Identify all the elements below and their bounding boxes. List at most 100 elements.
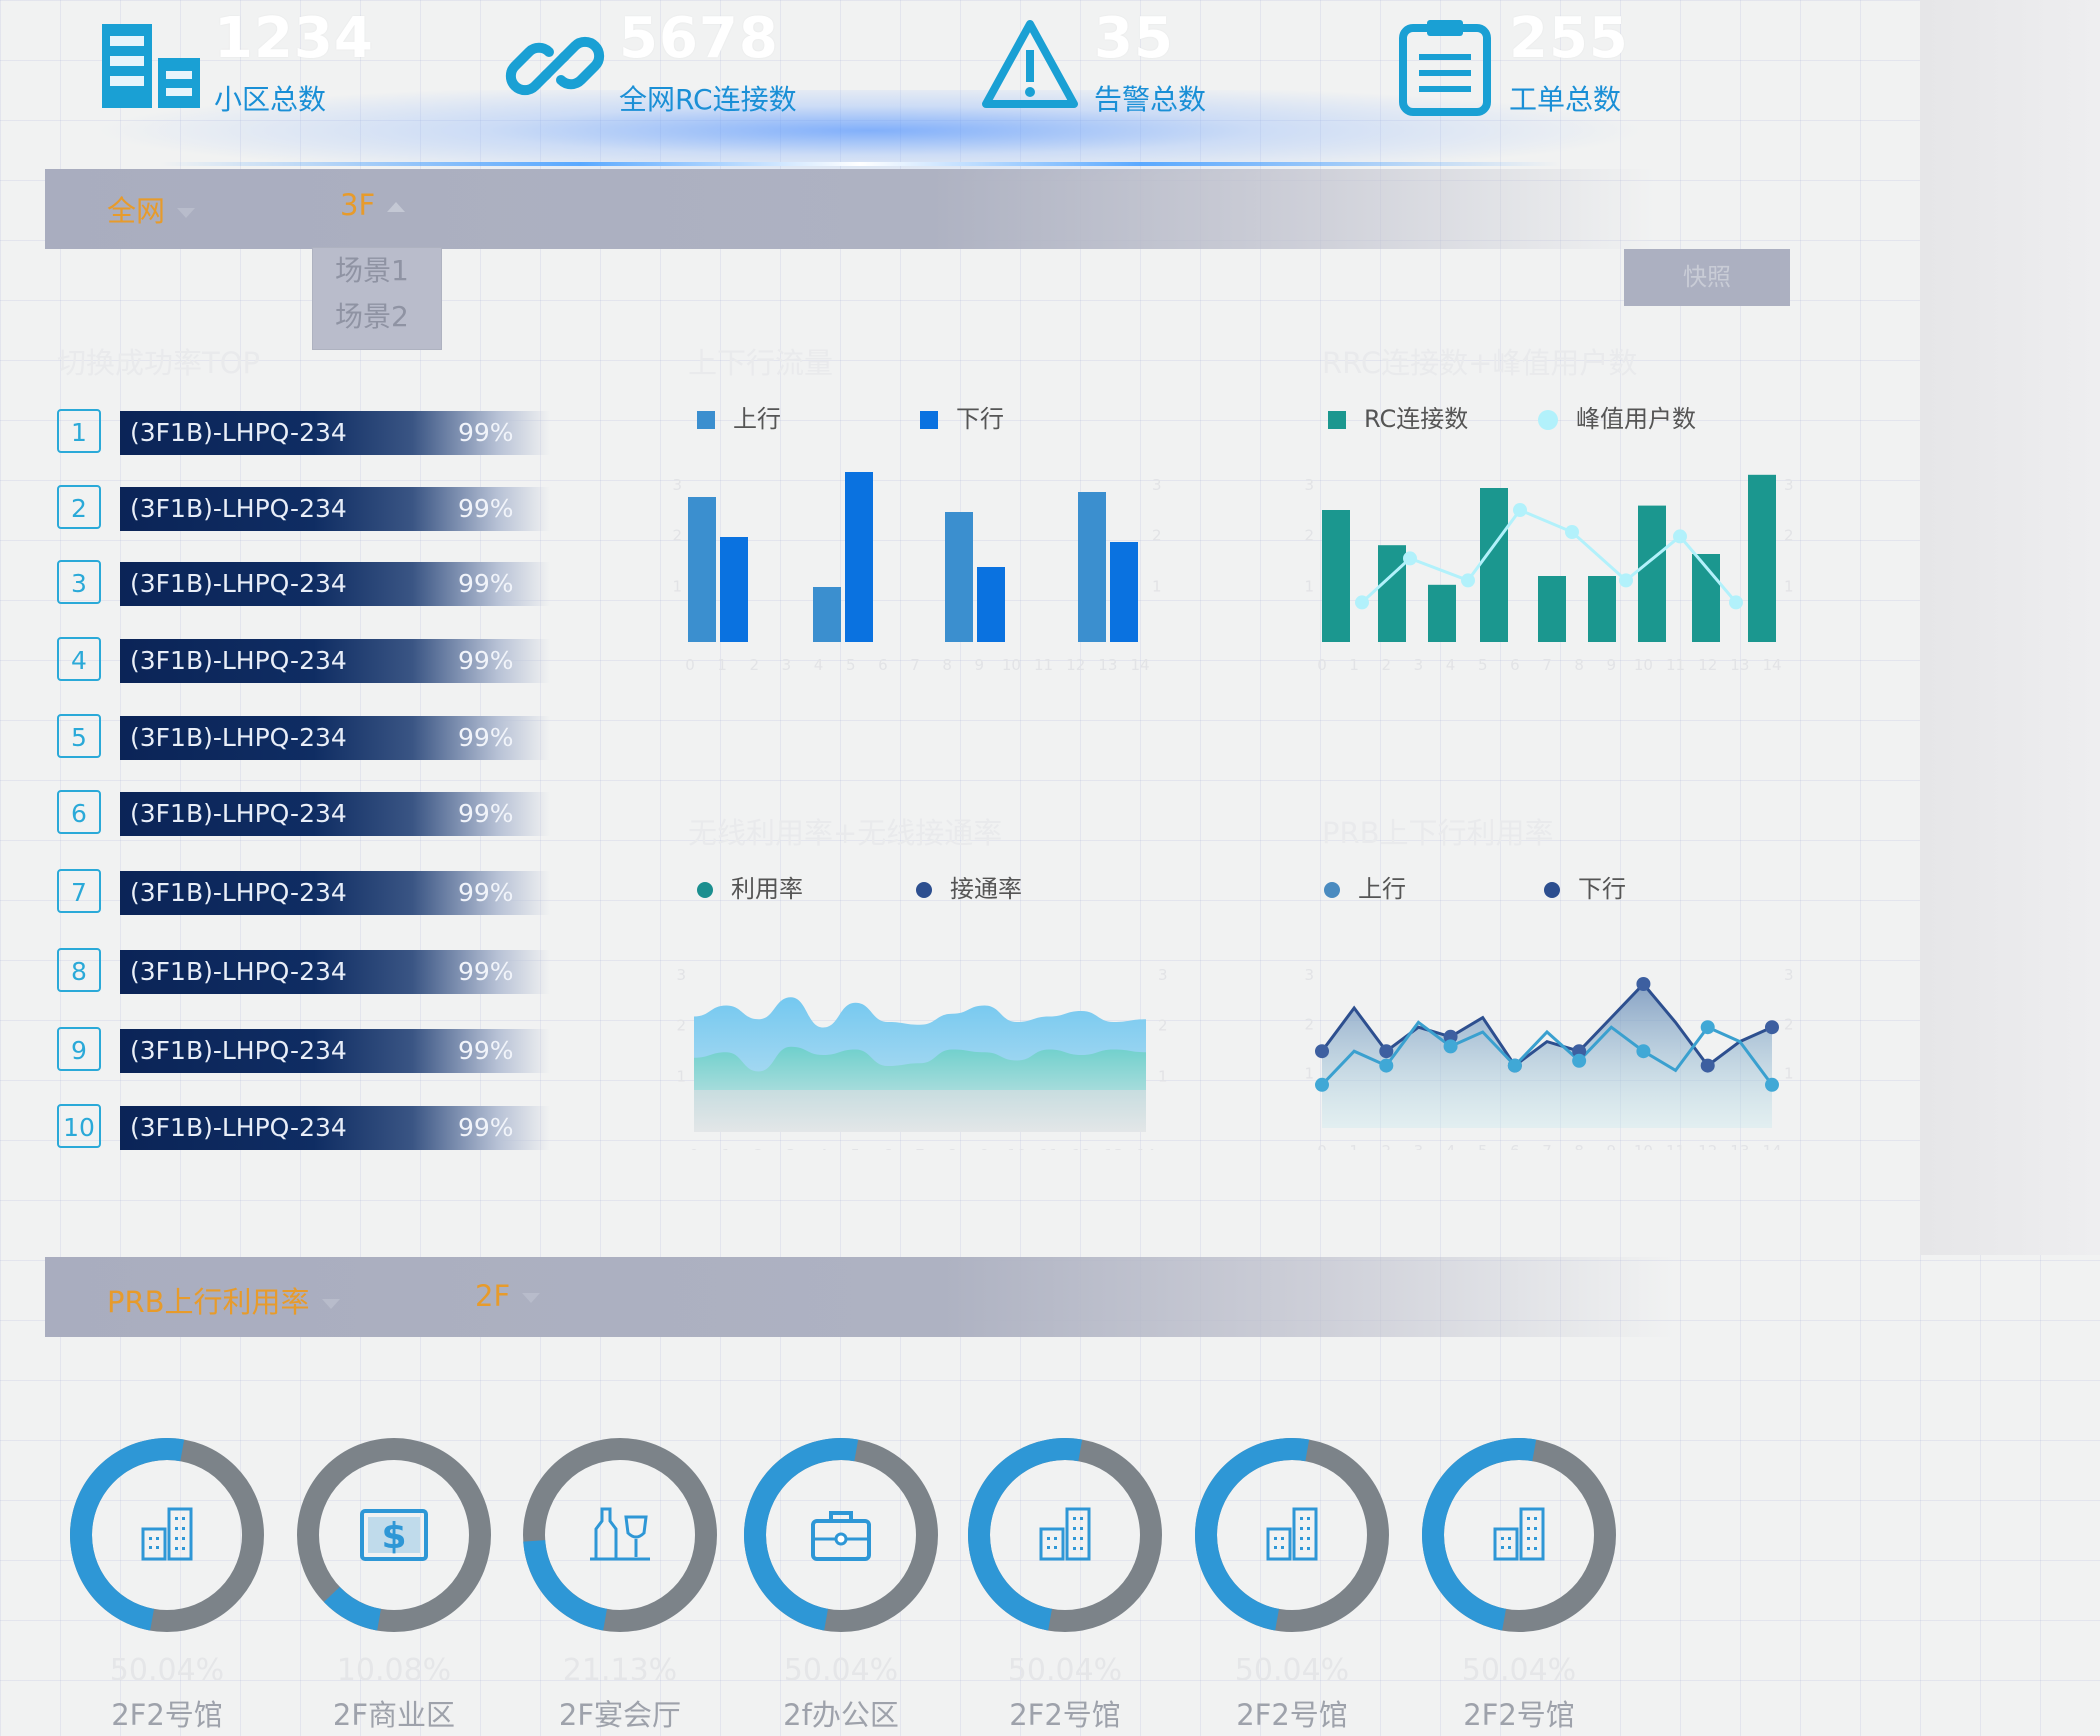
- donut-label: 2F宴会厅: [558, 1698, 682, 1732]
- metric-dropdown[interactable]: PRB上行利用率: [107, 1279, 340, 1321]
- network-dropdown[interactable]: 全网: [107, 188, 196, 230]
- rank-bar: (3F1B)-LHPQ-234 99%: [120, 716, 550, 760]
- x-tick-label: 13: [1730, 1142, 1749, 1150]
- rank-number: 8: [57, 948, 101, 992]
- section-title-rrc: RRC连接数+峰值用户数: [1322, 346, 1638, 380]
- legend-item: 峰值用户数: [1538, 399, 1696, 434]
- legend-swatch: [697, 411, 715, 429]
- x-tick-label: 6: [1510, 1142, 1520, 1150]
- metric-dropdown-label: PRB上行利用率: [107, 1285, 310, 1319]
- success-rate: 99%: [458, 799, 514, 828]
- x-tick-label: 5: [1478, 1142, 1488, 1150]
- x-tick-label: 3: [1414, 656, 1424, 674]
- legend-label: RC连接数: [1364, 405, 1469, 433]
- bar-rc-connections: [1322, 510, 1350, 642]
- y-tick-label: 3: [676, 966, 686, 984]
- dropdown-option[interactable]: 场景1: [313, 248, 441, 294]
- donut-item[interactable]: 50.04% 2f办公区: [741, 1435, 941, 1732]
- donut-percent: 50.04%: [1234, 1653, 1350, 1688]
- x-tick-label: 10: [1007, 1146, 1026, 1150]
- floor-dropdown-menu: 场景1 场景2: [312, 247, 442, 350]
- x-tick-label: 2: [754, 1146, 764, 1150]
- floor-dropdown[interactable]: 3F: [340, 188, 406, 222]
- donut-item[interactable]: 50.04% 2F2号馆: [1419, 1435, 1619, 1732]
- x-tick-label: 3: [1414, 1142, 1424, 1150]
- point-uplink: [1507, 1058, 1522, 1073]
- snapshot-button[interactable]: 快照: [1624, 249, 1790, 306]
- office-building-icon: [141, 1507, 193, 1561]
- kpi-label: 告警总数: [1094, 83, 1207, 116]
- rank-number: 6: [57, 790, 101, 834]
- donut-fill: [523, 1438, 717, 1632]
- point-downlink: [1315, 1044, 1329, 1059]
- success-rate: 99%: [458, 1036, 514, 1065]
- x-tick-label: 5: [1478, 656, 1488, 674]
- x-tick-label: 12: [1698, 656, 1717, 674]
- success-rate: 99%: [458, 418, 514, 447]
- point-uplink: [1379, 1058, 1394, 1073]
- x-tick-label: 10: [1634, 1142, 1653, 1150]
- x-tick-label: 9: [980, 1146, 990, 1150]
- floor2-dropdown[interactable]: 2F: [475, 1279, 541, 1313]
- rank-bar: (3F1B)-LHPQ-234 99%: [120, 411, 550, 455]
- legend-label: 下行: [956, 405, 1004, 433]
- y-tick-label: 2: [1784, 1015, 1794, 1033]
- x-tick-label: 6: [878, 656, 888, 674]
- point-peak-users: [1403, 551, 1417, 566]
- bar-uplink: [945, 512, 973, 642]
- x-tick-label: 8: [942, 656, 952, 674]
- x-tick-label: 5: [851, 1146, 861, 1150]
- x-tick-label: 11: [1666, 656, 1685, 674]
- bar-uplink: [813, 587, 841, 642]
- warning-icon: [982, 20, 1078, 108]
- success-rate: 99%: [458, 494, 514, 523]
- y-tick-label: 2: [672, 527, 682, 545]
- x-tick-label: 0: [1317, 1142, 1327, 1150]
- office-building-icon: [1266, 1507, 1318, 1561]
- x-tick-label: 12: [1066, 656, 1085, 674]
- x-tick-label: 6: [1510, 656, 1520, 674]
- point-downlink: [1700, 1058, 1715, 1073]
- section-title-traffic: 上下行流量: [688, 346, 834, 380]
- dropdown-option[interactable]: 场景2: [313, 294, 441, 340]
- point-downlink: [1636, 977, 1651, 991]
- filter-bar: [45, 169, 1655, 249]
- donut-percent: 50.04%: [1461, 1653, 1577, 1688]
- donut-item[interactable]: 21.13% 2F宴会厅: [520, 1435, 720, 1732]
- point-peak-users: [1673, 529, 1687, 544]
- link-icon: [505, 36, 605, 96]
- network-dropdown-label: 全网: [107, 194, 166, 228]
- donut-percent: 50.04%: [109, 1653, 225, 1688]
- rank-number: 3: [57, 560, 101, 604]
- y-tick-label: 1: [676, 1067, 686, 1085]
- rank-bar: (3F1B)-LHPQ-234 99%: [120, 639, 550, 683]
- rank-number: 4: [57, 637, 101, 681]
- bar-downlink: [1110, 542, 1138, 642]
- donut-percent: 10.08%: [336, 1653, 452, 1688]
- donut-item[interactable]: 50.04% 2F2号馆: [965, 1435, 1165, 1732]
- x-tick-label: 10: [1634, 656, 1653, 674]
- donut-label: 2f办公区: [783, 1698, 899, 1732]
- donut-item[interactable]: $10.08% 2F商业区: [294, 1435, 494, 1732]
- x-tick-label: 1: [1349, 656, 1359, 674]
- traffic-bar-chart: 0 1 2 3 4 5 6 7 8 9 10 11 12 13 141 12 23 3: [672, 472, 1162, 674]
- y-tick-label: 2: [1158, 1017, 1168, 1035]
- donut-chart: $: [297, 1438, 491, 1632]
- donut-percent: 21.13%: [562, 1653, 678, 1688]
- point-uplink: [1572, 1053, 1587, 1068]
- legend-item: 下行: [920, 399, 1004, 434]
- rank-bar: (3F1B)-LHPQ-234 99%: [120, 1029, 550, 1073]
- cell-name: (3F1B)-LHPQ-234: [130, 1113, 347, 1142]
- donut-item[interactable]: 50.04% 2F2号馆: [1192, 1435, 1392, 1732]
- donut-chart: [744, 1438, 938, 1632]
- donut-item[interactable]: 50.04% 2F2号馆: [67, 1435, 267, 1732]
- y-tick-label: 1: [1784, 577, 1794, 595]
- rank-bar: (3F1B)-LHPQ-234 99%: [120, 792, 550, 836]
- point-peak-users: [1355, 595, 1369, 610]
- floor2-dropdown-label: 2F: [475, 1279, 511, 1313]
- y-tick-label: 2: [1304, 527, 1314, 545]
- point-peak-users: [1565, 525, 1579, 539]
- cell-name: (3F1B)-LHPQ-234: [130, 569, 347, 598]
- donut-chart: [968, 1438, 1162, 1632]
- x-tick-label: 2: [1382, 656, 1392, 674]
